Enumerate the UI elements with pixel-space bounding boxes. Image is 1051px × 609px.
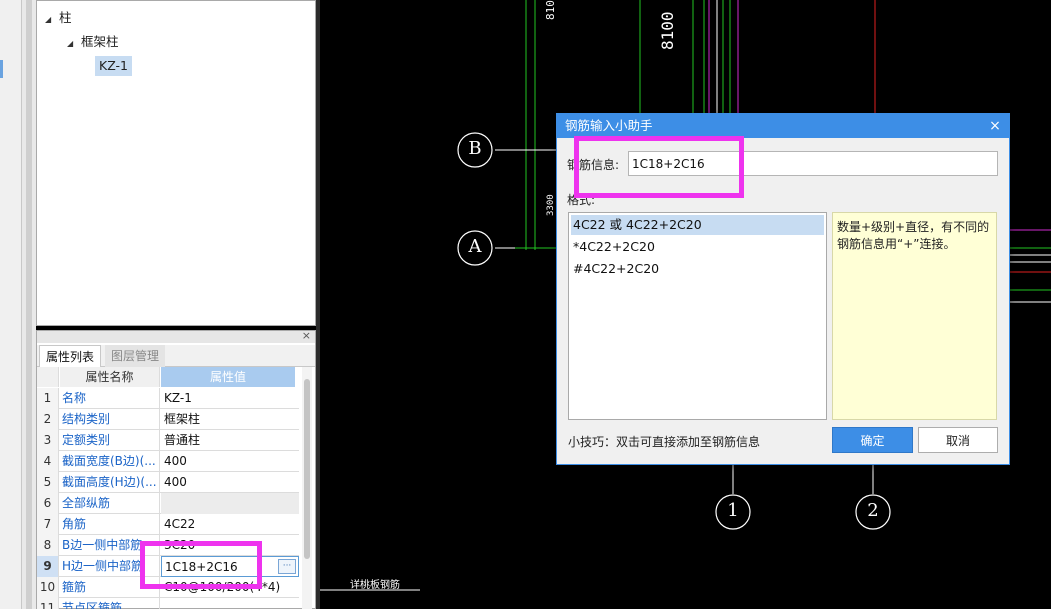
property-name: 角筋 xyxy=(60,514,160,535)
drawing-note: 详桃板钢筋 xyxy=(350,580,400,591)
row-index: 9 xyxy=(37,556,59,577)
property-name: 节点区箍筋 xyxy=(60,598,160,609)
scrollbar-thumb[interactable] xyxy=(304,379,310,559)
property-value[interactable]: 框架柱 xyxy=(161,409,299,430)
expand-triangle-icon[interactable]: ◢ xyxy=(67,34,77,54)
format-help-box: 数量+级别+直径，有不同的钢筋信息用“+”连接。 xyxy=(832,212,997,420)
row-index: 5 xyxy=(37,472,59,493)
axis-label-b: B xyxy=(468,138,482,159)
property-value-text: 1C18+2C16 xyxy=(165,560,238,574)
rebar-input-assistant-dialog: 钢筋输入小助手 × 钢筋信息: 格式: 4C22 或 4C22+2C20 *4C… xyxy=(556,113,1010,465)
property-value[interactable]: 普通柱 xyxy=(161,430,299,451)
tab-property-list[interactable]: 属性列表 xyxy=(39,345,102,367)
list-item-format-1[interactable]: 4C22 或 4C22+2C20 xyxy=(571,215,824,235)
table-row[interactable]: 7 角筋 4C22 xyxy=(37,514,299,535)
rebar-info-input[interactable] xyxy=(628,151,998,176)
selection-marker xyxy=(0,60,3,78)
table-row[interactable]: 3 定额类别 普通柱 xyxy=(37,430,299,451)
ellipsis-button[interactable]: ··· xyxy=(278,559,296,574)
tree-node-kz1[interactable]: KZ-1 xyxy=(95,56,133,76)
ok-button[interactable]: 确定 xyxy=(832,427,913,453)
row-index: 3 xyxy=(37,430,59,451)
row-index: 11 xyxy=(37,598,59,609)
property-scrollbar[interactable] xyxy=(302,367,312,609)
list-item-format-2[interactable]: *4C22+2C20 xyxy=(571,237,824,257)
property-panel: × 属性列表 图层管理 属性名称 属性值 1 名称 KZ-1 2 结构类别 框架… xyxy=(36,329,316,609)
dimension-label-large: 8100 xyxy=(658,11,677,50)
property-name: 结构类别 xyxy=(60,409,160,430)
property-value[interactable]: KZ-1 xyxy=(161,388,299,409)
component-tree-panel: ◢ 柱 ◢ 框架柱 KZ-1 xyxy=(36,0,316,326)
dialog-title-bar[interactable]: 钢筋输入小助手 × xyxy=(557,114,1009,138)
tree-node-label: 框架柱 xyxy=(81,34,119,49)
header-property-name: 属性名称 xyxy=(60,367,160,387)
format-list[interactable]: 4C22 或 4C22+2C20 *4C22+2C20 #4C22+2C20 xyxy=(568,212,827,420)
property-value[interactable] xyxy=(161,493,299,514)
rebar-info-label: 钢筋信息: xyxy=(567,158,620,172)
table-row[interactable]: 6 全部纵筋 xyxy=(37,493,299,514)
header-property-value: 属性值 xyxy=(161,367,295,387)
close-icon[interactable]: × xyxy=(302,329,311,342)
row-index: 8 xyxy=(37,535,59,556)
table-row-active[interactable]: 9 H边一侧中部筋 1C18+2C16 ··· xyxy=(37,556,299,577)
table-row[interactable]: 11 节点区箍筋 xyxy=(37,598,299,609)
property-value[interactable]: 400 xyxy=(161,451,299,472)
row-index: 2 xyxy=(37,409,59,430)
dialog-title: 钢筋输入小助手 xyxy=(565,118,653,133)
axis-label-2: 2 xyxy=(867,500,879,521)
row-index: 4 xyxy=(37,451,59,472)
panel-gutter[interactable] xyxy=(22,0,36,609)
table-row[interactable]: 5 截面高度(H边)(... 400 xyxy=(37,472,299,493)
property-value[interactable]: C10@100/200(4*4) xyxy=(161,577,299,598)
tip-text: 小技巧：双击可直接添加至钢筋信息 xyxy=(568,435,761,449)
dimension-label-small: 8100 xyxy=(544,0,557,20)
tab-layer-management[interactable]: 图层管理 xyxy=(105,345,166,367)
tree-node-label: 柱 xyxy=(59,10,72,25)
property-value-editor[interactable]: 1C18+2C16 ··· xyxy=(161,556,299,577)
property-name: 名称 xyxy=(60,388,160,409)
left-side-strip xyxy=(0,0,22,609)
format-label: 格式: xyxy=(567,193,596,207)
property-name: 箍筋 xyxy=(60,577,160,598)
gutter-scrollbar[interactable] xyxy=(26,0,32,609)
table-row[interactable]: 8 B边一侧中部筋 3C20 xyxy=(37,535,299,556)
property-value[interactable] xyxy=(161,598,299,609)
header-index-cell xyxy=(37,367,59,387)
property-name: H边一侧中部筋 xyxy=(60,556,160,577)
property-name: 全部纵筋 xyxy=(60,493,160,514)
property-name: 截面宽度(B边)(... xyxy=(60,451,160,472)
expand-triangle-icon[interactable]: ◢ xyxy=(45,10,55,30)
property-value[interactable]: 400 xyxy=(161,472,299,493)
property-name: B边一侧中部筋 xyxy=(60,535,160,556)
property-name: 截面高度(H边)(... xyxy=(60,472,160,493)
property-table-header: 属性名称 属性值 xyxy=(37,367,299,387)
row-index: 1 xyxy=(37,388,59,409)
list-item-format-3[interactable]: #4C22+2C20 xyxy=(571,259,824,279)
axis-label-1: 1 xyxy=(727,500,739,521)
property-value[interactable]: 3C20 xyxy=(161,535,299,556)
close-icon[interactable]: × xyxy=(987,114,1003,138)
dimension-label-side: 3300 xyxy=(546,194,556,216)
axis-label-a: A xyxy=(468,236,482,257)
property-name: 定额类别 xyxy=(60,430,160,451)
row-index: 10 xyxy=(37,577,59,598)
property-value[interactable]: 4C22 xyxy=(161,514,299,535)
panel-title-bar: × xyxy=(37,329,315,343)
table-row[interactable]: 2 结构类别 框架柱 xyxy=(37,409,299,430)
property-tab-bar: 属性列表 图层管理 xyxy=(37,345,315,367)
cancel-button[interactable]: 取消 xyxy=(918,427,998,453)
table-row[interactable]: 1 名称 KZ-1 xyxy=(37,388,299,409)
row-index: 7 xyxy=(37,514,59,535)
tree-node-column[interactable]: ◢ 柱 xyxy=(45,8,72,28)
row-index: 6 xyxy=(37,493,59,514)
table-row[interactable]: 4 截面宽度(B边)(... 400 xyxy=(37,451,299,472)
table-row[interactable]: 10 箍筋 C10@100/200(4*4) xyxy=(37,577,299,598)
tree-node-frame-column[interactable]: ◢ 框架柱 xyxy=(67,32,119,52)
